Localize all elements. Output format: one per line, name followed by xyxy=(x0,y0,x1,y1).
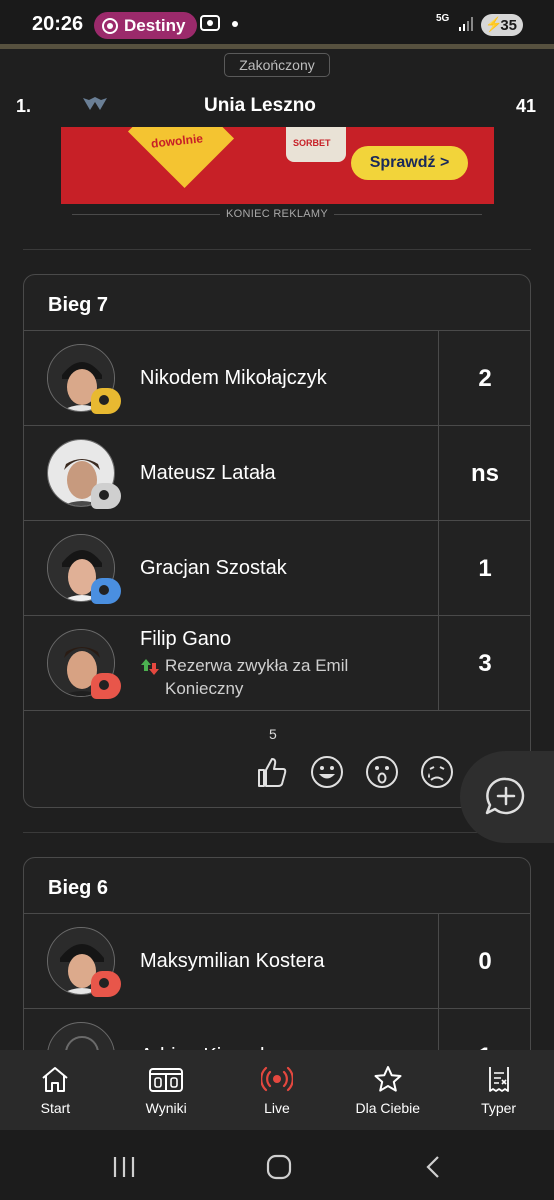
live-broadcast-icon xyxy=(260,1066,293,1092)
heat-card: Bieg 7 Nikodem Mikołajczyk 2 Mateusz Lat… xyxy=(23,274,531,808)
system-navigation xyxy=(0,1130,554,1200)
rider-name: Mateusz Latała xyxy=(140,462,276,484)
section-divider xyxy=(23,832,531,833)
reserve-substitution: Rezerwa zwykła za Emil Konieczny xyxy=(140,654,430,700)
status-time: 20:26 xyxy=(32,13,84,35)
heat-title: Bieg 6 xyxy=(24,858,530,914)
ad-cta-button[interactable]: Sprawdź > xyxy=(351,146,468,180)
rider-points: 1 xyxy=(438,521,530,615)
nav-label: Start xyxy=(40,1100,71,1116)
ad-graphic xyxy=(127,120,235,189)
ad-end-label: KONIEC REKLAMY xyxy=(0,208,554,220)
star-icon xyxy=(374,1066,402,1092)
rider-row[interactable]: Nikodem Mikołajczyk 2 xyxy=(24,331,530,426)
notification-dot-icon xyxy=(232,21,238,27)
rider-points: 3 xyxy=(438,616,530,710)
nav-label: Live xyxy=(264,1100,290,1116)
home-icon xyxy=(42,1067,69,1092)
surprised-icon[interactable] xyxy=(365,755,399,789)
substitution-arrows-icon xyxy=(141,659,159,675)
section-divider xyxy=(23,249,531,250)
helmet-color-icon xyxy=(91,483,121,509)
add-comment-button[interactable] xyxy=(460,751,554,843)
rider-points: 0 xyxy=(438,914,530,1008)
nav-label: Dla Ciebie xyxy=(355,1100,421,1116)
status-bar: 20:26 Destiny 5G ⚡ 35 xyxy=(0,0,554,44)
nav-live[interactable]: Live xyxy=(222,1050,333,1130)
screenshot-icon xyxy=(200,15,220,31)
nav-start[interactable]: Start xyxy=(0,1050,111,1130)
rider-avatar xyxy=(47,439,121,509)
rider-avatar xyxy=(47,927,121,997)
rider-row[interactable]: Mateusz Latała ns xyxy=(24,426,530,521)
nav-wyniki[interactable]: Wyniki xyxy=(111,1050,222,1130)
recent-apps-icon[interactable] xyxy=(112,1156,136,1178)
back-icon[interactable] xyxy=(424,1155,442,1179)
home-button-icon[interactable] xyxy=(266,1154,292,1180)
signal-icon xyxy=(459,17,473,31)
rider-row[interactable]: Filip Gano Rezerwa zwykła za Emil Koniec… xyxy=(24,616,530,711)
battery-indicator: ⚡ 35 xyxy=(481,14,523,36)
heat-title: Bieg 7 xyxy=(24,275,530,331)
nav-label: Wyniki xyxy=(145,1100,187,1116)
rider-points: ns xyxy=(438,426,530,520)
charging-icon: ⚡ xyxy=(485,16,503,32)
rider-avatar xyxy=(47,629,121,699)
reserve-note: Rezerwa zwykła za Emil Konieczny xyxy=(165,656,349,698)
rider-name: Nikodem Mikołajczyk xyxy=(140,367,327,389)
smile-icon[interactable] xyxy=(310,755,344,789)
sad-icon[interactable] xyxy=(420,755,454,789)
battery-level: 35 xyxy=(500,16,517,34)
team-name[interactable]: Unia Leszno xyxy=(204,95,316,117)
nav-typer[interactable]: Typer xyxy=(443,1050,554,1130)
like-count: 5 xyxy=(269,726,277,742)
rider-points: 2 xyxy=(438,331,530,425)
helmet-color-icon xyxy=(91,388,121,414)
team-points: 41 xyxy=(516,96,537,116)
rider-avatar xyxy=(47,344,121,414)
helmet-color-icon xyxy=(91,971,121,997)
bottom-navigation: Start Wyniki Live Dla Ciebie Typer xyxy=(0,1050,554,1130)
app-chip[interactable]: Destiny xyxy=(94,12,198,39)
helmet-color-icon xyxy=(91,673,121,699)
nav-dla-ciebie[interactable]: Dla Ciebie xyxy=(332,1050,443,1130)
match-status-badge: Zakończony xyxy=(224,53,330,77)
rider-name: Filip Gano xyxy=(140,628,232,650)
network-type: 5G xyxy=(436,13,450,24)
rider-row[interactable]: Gracjan Szostak 1 xyxy=(24,521,530,616)
heat-card: Bieg 6 Maksymilian Kostera 0 Adrian Kinr… xyxy=(23,857,531,1077)
rider-row[interactable]: Maksymilian Kostera 0 xyxy=(24,914,530,1009)
nav-label: Typer xyxy=(481,1100,517,1116)
match-header: Zakończony 1. Unia Leszno 41 xyxy=(0,49,554,127)
team-position: 1. xyxy=(16,96,32,116)
rider-name: Gracjan Szostak xyxy=(140,557,287,579)
team-logo-icon xyxy=(83,97,107,110)
bet-slip-icon xyxy=(488,1067,509,1092)
record-icon xyxy=(102,17,118,34)
ad-product-label: SORBET xyxy=(293,138,331,148)
ad-banner[interactable]: dowolnie SORBET Sprawdź > xyxy=(61,120,494,204)
add-comment-icon xyxy=(485,777,525,815)
helmet-color-icon xyxy=(91,578,121,604)
reactions-bar: 5 xyxy=(24,711,530,807)
scoreboard-icon xyxy=(149,1068,184,1092)
rider-name: Maksymilian Kostera xyxy=(140,950,325,972)
app-chip-label: Destiny xyxy=(124,15,186,35)
rider-avatar xyxy=(47,534,121,604)
thumbs-up-icon[interactable] xyxy=(255,755,289,789)
